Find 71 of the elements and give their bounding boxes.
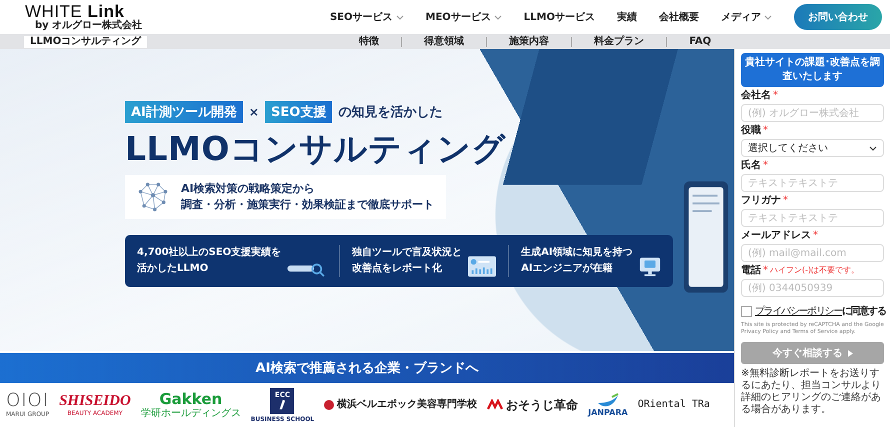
feature-text: AI検索対策の戦略策定から: [181, 180, 316, 197]
stat-text: 4,700社以上のSEO支援実績を: [137, 245, 282, 260]
times-sign: ×: [248, 105, 259, 119]
stat-text: 生成AI領域に知見を持つ: [521, 246, 633, 260]
caret-icon: [396, 14, 404, 20]
caret-icon: [494, 14, 502, 20]
select-dropdown[interactable]: 選択してください: [741, 139, 884, 157]
client-logo-name: JANPARA: [588, 409, 628, 417]
highlight-tag: SEO支援: [264, 101, 332, 123]
nav-link[interactable]: MEOサービス: [426, 10, 502, 24]
stat-text: 独自ツールで言及状況と: [352, 245, 462, 260]
section-link[interactable]: 特徴: [337, 36, 402, 46]
input-field[interactable]: (例) mail@mail.com: [741, 244, 884, 262]
field-label: 会社名: [741, 90, 771, 102]
logo-tagline: by オルグロー株式会社: [35, 21, 142, 31]
required-mark: *: [813, 230, 818, 242]
input-field[interactable]: テキストテキストテ: [741, 209, 884, 227]
client-logo-subtitle: 学研ホールディングス: [140, 408, 241, 418]
school-emblem-icon: [324, 400, 334, 410]
stat-text: 活かしたLLMO: [137, 262, 210, 276]
field-label: 役職: [741, 125, 761, 137]
triangle-right-icon: [848, 350, 852, 356]
section-link[interactable]: 料金プラン: [571, 36, 666, 46]
required-mark: *: [783, 195, 788, 207]
required-mark: *: [763, 265, 768, 277]
section-link[interactable]: 得意領域: [401, 36, 486, 46]
consent-text: に同意する: [842, 304, 886, 318]
field-label: フリガナ: [741, 195, 781, 207]
nav-link[interactable]: 会社概要: [659, 10, 699, 24]
nav-link[interactable]: LLMOサービス: [524, 10, 595, 24]
form-footnote: ※無料診断レポートをお送りするにあたり、担当コンサルより詳細のヒアリングのご連絡がある場合があります。: [741, 368, 882, 416]
required-mark: *: [763, 160, 768, 172]
report-chart-icon: [468, 256, 496, 277]
hero-title: LLMOコンサルティング: [125, 129, 506, 169]
contact-button[interactable]: お問い合わせ: [794, 4, 882, 30]
feature-text: 調査・分析・施策実行・効果検証まで徹底サポート: [181, 196, 434, 213]
highlight-tag: AI計測ツール開発: [125, 101, 243, 123]
zigzag-mark-icon: [487, 399, 504, 411]
client-logo-name: おそうじ革命: [506, 399, 578, 411]
headline-text: の知見を活かした: [338, 104, 442, 121]
section-link[interactable]: FAQ: [666, 36, 734, 46]
input-field[interactable]: (例) オルグロー株式会社: [741, 104, 884, 122]
stat-text: 改善点をレポート化: [352, 261, 444, 276]
search-icon: [287, 260, 328, 277]
caret-icon: [764, 14, 772, 20]
field-hint: ハイフン(-)は不要です。: [770, 266, 860, 276]
field-label: メールアドレス: [741, 230, 811, 242]
field-label: 電話: [741, 265, 761, 277]
nav-link[interactable]: メディア: [721, 10, 772, 24]
privacy-policy-link[interactable]: プライバシーポリシー: [755, 304, 842, 318]
client-logo-name: OIOI: [6, 392, 50, 410]
required-mark: *: [763, 125, 768, 137]
required-mark: *: [773, 90, 778, 102]
checkbox[interactable]: [741, 306, 752, 316]
input-field[interactable]: テキストテキストテ: [741, 174, 884, 192]
input-field[interactable]: (例) 0344050939: [741, 279, 884, 297]
banner-heading: AI検索で推薦される企業・ブランドへ: [0, 353, 734, 383]
client-logo-name: ORiental TRa: [638, 400, 710, 410]
logo-wordmark[interactable]: WHITE Link: [25, 3, 142, 20]
form-heading: 貴社サイトの課題･改善点を調査いたします: [741, 53, 884, 87]
nav-link[interactable]: SEOサービス: [330, 10, 404, 24]
page-label: LLMOコンサルティング: [24, 36, 148, 48]
client-logo-name: 横浜ベルエポック美容専門学校: [337, 400, 478, 410]
client-logo-name: Gakken: [159, 392, 222, 406]
nav-link[interactable]: 実績: [617, 10, 637, 24]
stat-text: AIエンジニアが在籍: [521, 262, 614, 276]
field-label: 氏名: [741, 160, 761, 172]
client-logo-name: SHISEIDO: [59, 394, 131, 408]
wave-mark-icon: [596, 393, 620, 409]
section-link[interactable]: 施策内容: [486, 36, 572, 46]
chevron-down-icon: [869, 146, 877, 150]
